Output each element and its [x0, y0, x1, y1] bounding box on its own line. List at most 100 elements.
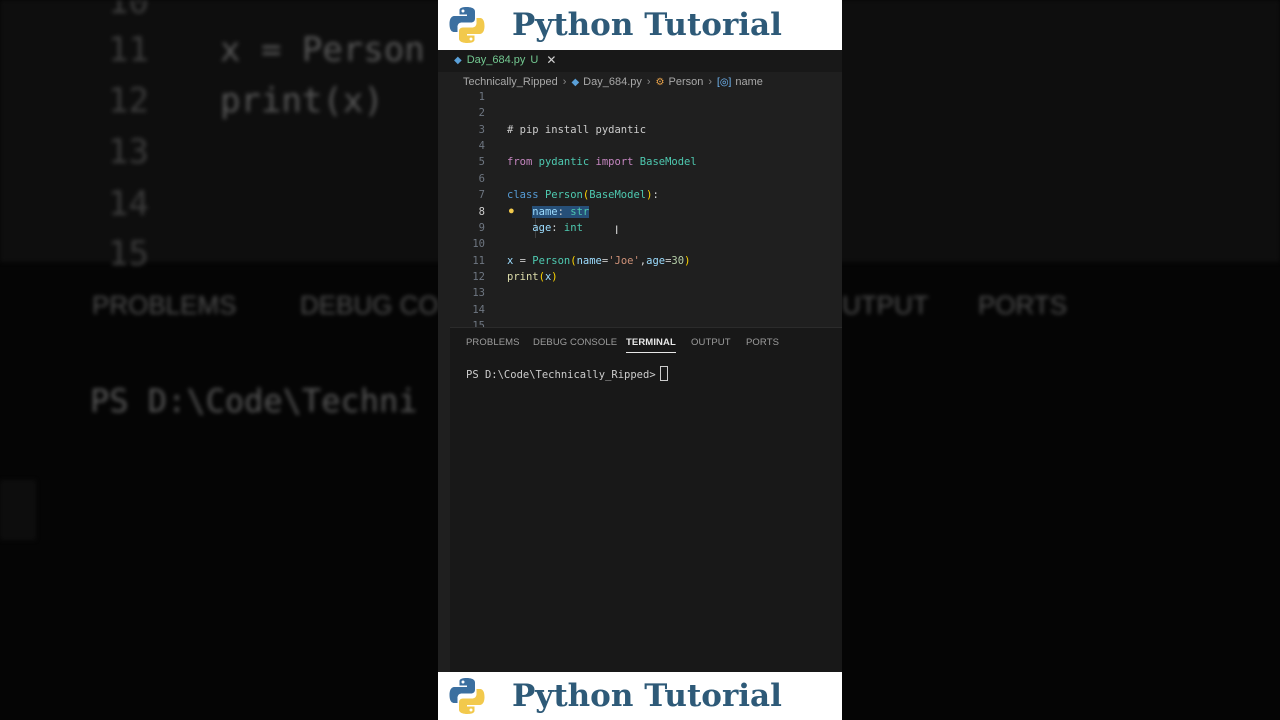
type-name: str	[570, 206, 590, 218]
banner-title: Python Tutorial	[512, 7, 782, 43]
keyword-import: import	[595, 156, 634, 168]
line-number: 10	[472, 238, 485, 250]
keyword-from: from	[507, 156, 533, 168]
keyword-class: class	[507, 189, 539, 201]
line-number: 5	[478, 156, 485, 168]
tab-ports[interactable]: PORTS	[746, 337, 779, 348]
line-number: 2	[478, 107, 485, 119]
background-line-number: 14	[108, 184, 149, 224]
text-cursor-icon: I	[615, 223, 619, 237]
python-logo-icon	[449, 678, 485, 714]
module-name: pydantic	[538, 156, 590, 168]
code-editor[interactable]: ● 1 2 3 # pip install pydantic 4 5 from …	[438, 90, 842, 332]
tab-filename: Day_684.py	[466, 54, 526, 66]
type-name: int	[563, 222, 583, 234]
banner-title: Python Tutorial	[512, 678, 782, 714]
terminal[interactable]: PS D:\Code\Technically_Ripped>	[466, 366, 668, 381]
kwarg-age: age	[646, 255, 666, 267]
terminal-cursor	[659, 366, 668, 381]
background-line-number: 13	[108, 132, 149, 172]
code-class-def: class Person(BaseModel):	[507, 189, 659, 201]
line-number: 8	[478, 206, 485, 218]
tab-debug-console[interactable]: DEBUG CONSOLE	[533, 337, 617, 348]
tab-git-status: U	[530, 54, 539, 66]
chevron-right-icon: ›	[562, 76, 567, 88]
line-number: 11	[472, 255, 485, 267]
background-line-number: 12	[108, 81, 149, 121]
code-print: print(x)	[507, 271, 558, 283]
editor-tab[interactable]: ◆ Day_684.py U ✕	[454, 50, 556, 70]
base-class: BaseModel	[589, 189, 647, 201]
chevron-right-icon: ›	[708, 76, 713, 88]
background-tab: DEBUG CO	[300, 290, 439, 320]
background-line-number: 10	[108, 0, 149, 22]
breadcrumb-file[interactable]: Day_684.py	[583, 76, 642, 88]
tab-problems[interactable]: PROBLEMS	[466, 337, 520, 348]
variable-x: x	[507, 255, 514, 267]
line-number: 9	[478, 222, 485, 234]
code-line: 6	[438, 173, 842, 189]
breadcrumb-class[interactable]: Person	[669, 76, 704, 88]
tab-terminal[interactable]: TERMINAL	[626, 337, 676, 353]
code-line: 13	[438, 287, 842, 303]
code-line: 1	[438, 91, 842, 107]
editor-column: Python Tutorial ◆ Day_684.py U ✕ Technic…	[438, 0, 842, 720]
line-number: 4	[478, 140, 485, 152]
breadcrumb-folder[interactable]: Technically_Ripped	[463, 76, 558, 88]
line-number: 1	[478, 91, 485, 103]
background-line-number: 15	[108, 234, 149, 274]
code-line: 4	[438, 140, 842, 156]
breadcrumb-field[interactable]: name	[735, 76, 763, 88]
python-logo-icon	[449, 7, 485, 43]
code-assign: x = Person(name='Joe',age=30)	[507, 255, 691, 267]
background-line-number: 11	[108, 30, 149, 70]
python-file-icon: ◆	[571, 76, 580, 88]
code-field: age: int	[532, 222, 583, 234]
code-line: 7 class Person(BaseModel):	[438, 189, 842, 205]
editor-tab-bar: ◆ Day_684.py U ✕	[438, 50, 842, 72]
code-line: 10	[438, 238, 842, 254]
line-number: 6	[478, 173, 485, 185]
background-side-block	[0, 480, 36, 540]
background-code-line: x = Person	[220, 30, 425, 70]
kwarg-name: name	[576, 255, 602, 267]
code-line: 14	[438, 304, 842, 320]
code-comment: # pip install pydantic	[507, 124, 647, 136]
class-name: Person	[532, 255, 571, 267]
code-field: name: str	[507, 206, 590, 218]
line-number: 3	[478, 124, 485, 136]
function-print: print	[507, 271, 539, 283]
code-line: 12 print(x)	[438, 271, 842, 287]
close-icon[interactable]: ✕	[546, 53, 556, 67]
breadcrumb: Technically_Ripped › ◆ Day_684.py › ⚙ Pe…	[463, 73, 763, 91]
background-tab: PROBLEMS	[92, 290, 237, 320]
background-prompt: PS D:\Code\Techni	[90, 382, 418, 420]
code-line: 9 age: int	[438, 222, 842, 238]
line-number: 13	[472, 287, 485, 299]
top-banner: Python Tutorial	[438, 0, 842, 50]
import-name: BaseModel	[639, 156, 697, 168]
terminal-prompt: PS D:\Code\Technically_Ripped>	[466, 369, 656, 381]
line-number: 12	[472, 271, 485, 283]
field-name: name	[532, 206, 558, 218]
code-line: 2	[438, 107, 842, 123]
paren: )	[646, 189, 653, 201]
background-tab: PORTS	[978, 290, 1068, 320]
string-literal: 'Joe'	[608, 255, 640, 267]
class-symbol-icon: ⚙	[655, 76, 665, 88]
bottom-banner: Python Tutorial	[438, 672, 842, 720]
code-line: 8 name: str	[438, 206, 842, 222]
background-tab: UTPUT	[842, 290, 929, 320]
line-number: 7	[478, 189, 485, 201]
bottom-panel: PROBLEMS DEBUG CONSOLE TERMINAL OUTPUT P…	[450, 327, 842, 673]
paren: )	[551, 271, 558, 283]
line-number: 14	[472, 304, 485, 316]
code-line: 3 # pip install pydantic	[438, 124, 842, 140]
class-name: Person	[544, 189, 583, 201]
paren: )	[684, 255, 691, 267]
tab-output[interactable]: OUTPUT	[691, 337, 731, 348]
python-file-icon: ◆	[454, 54, 462, 66]
code-line: 11 x = Person(name='Joe',age=30)	[438, 255, 842, 271]
code-line: 5 from pydantic import BaseModel	[438, 156, 842, 172]
selection: name: str	[532, 206, 590, 218]
